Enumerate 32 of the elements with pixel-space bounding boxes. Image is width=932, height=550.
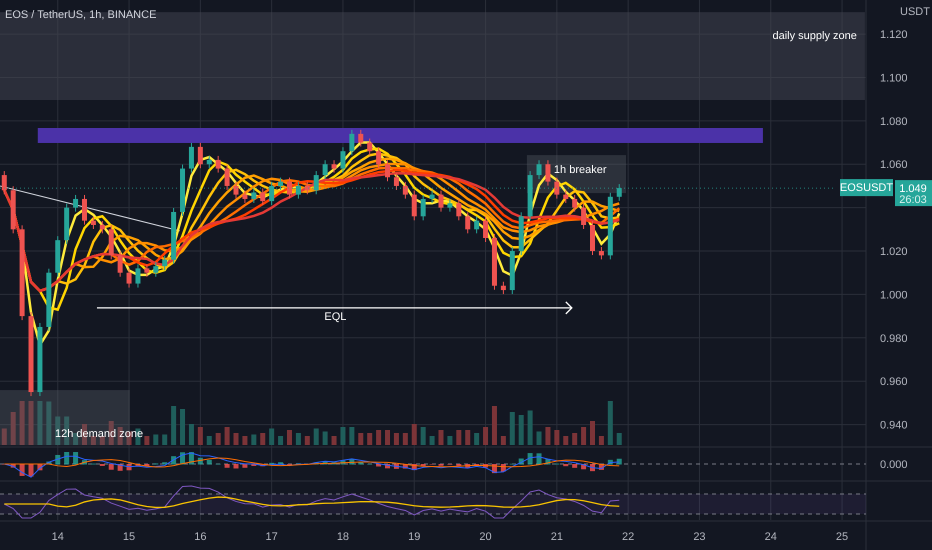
axis-unit: USDT <box>900 6 930 18</box>
price-label: 1.100 <box>880 72 908 84</box>
date-label: 21 <box>550 531 563 543</box>
candle-countdown: 26:03 <box>899 194 927 206</box>
date-label: 14 <box>52 531 64 543</box>
date-label: 25 <box>836 531 848 543</box>
price-label: 0.980 <box>880 332 908 345</box>
zone-label: daily supply zone <box>772 30 857 42</box>
date-label: 19 <box>408 531 420 543</box>
date-label: 17 <box>266 531 278 543</box>
chart-title: EOS / TetherUS, 1h, BINANCE <box>5 9 156 21</box>
last-price: 1.049 <box>899 183 927 196</box>
price-label: 1.120 <box>880 29 908 42</box>
date-label: 18 <box>336 531 350 543</box>
zone-label: 1h breaker <box>554 164 606 176</box>
price-label: 1.060 <box>880 159 908 172</box>
symbol-tag: EOSUSDT <box>840 179 894 196</box>
macd-zero-label: 0.000 <box>880 459 908 471</box>
eql-label: EQL <box>324 310 346 323</box>
price-label: 1.000 <box>880 289 908 302</box>
date-label: 15 <box>122 531 136 543</box>
date-label: 23 <box>693 531 706 543</box>
zone-label: 12h demand zone <box>55 428 144 440</box>
price-label: 0.960 <box>880 376 908 388</box>
price-label: 0.940 <box>880 420 908 432</box>
price-label: 1.020 <box>880 246 908 258</box>
date-label: 22 <box>622 531 634 543</box>
price-tag <box>895 180 932 206</box>
date-label: 24 <box>764 531 777 543</box>
date-label: 20 <box>479 531 492 543</box>
price-label: 1.080 <box>880 116 908 128</box>
date-label: 16 <box>194 531 206 543</box>
